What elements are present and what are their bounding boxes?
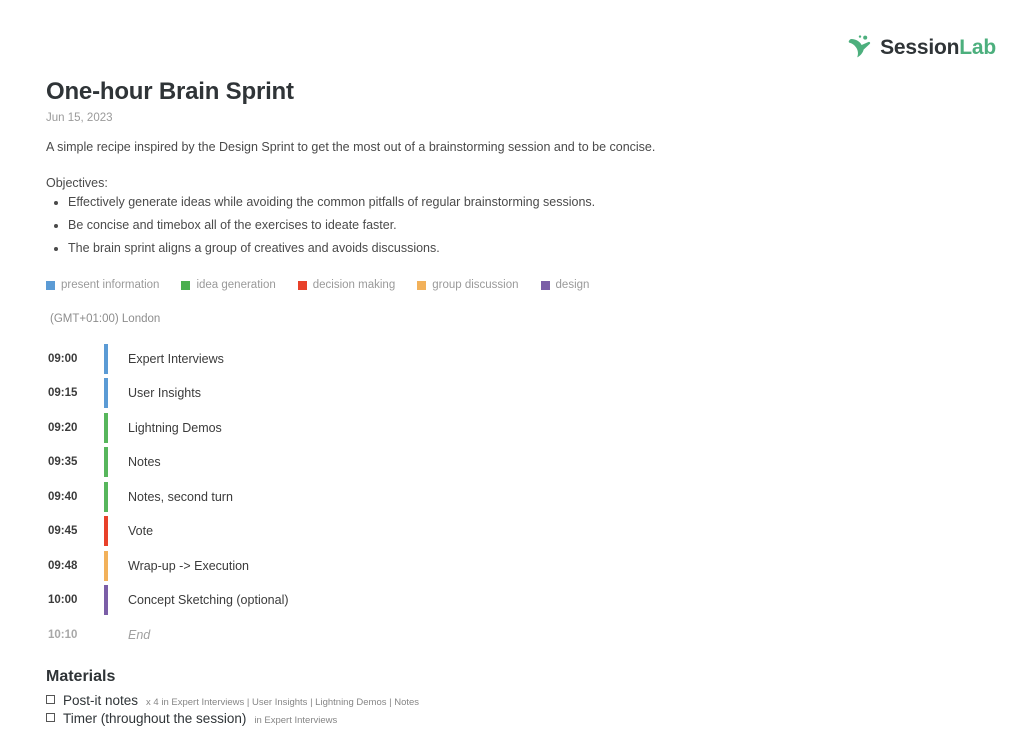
objectives-label: Objectives: — [46, 176, 108, 191]
session-description: A simple recipe inspired by the Design S… — [46, 140, 656, 154]
legend-item-idea-generation: idea generation — [181, 279, 276, 292]
schedule-color-bar — [104, 516, 108, 547]
material-name: Timer (throughout the session) — [63, 710, 247, 726]
material-meta: x 4 in Expert Interviews | User Insights… — [146, 696, 420, 708]
schedule-color-cell — [104, 548, 128, 583]
schedule-color-cell — [104, 617, 128, 652]
legend-swatch-icon — [297, 280, 307, 290]
schedule-row[interactable]: 09:15 User Insights — [46, 376, 984, 411]
schedule-color-cell — [104, 376, 128, 411]
schedule-row[interactable]: 09:20 Lightning Demos — [46, 410, 984, 445]
legend-swatch-icon — [540, 280, 550, 290]
schedule-activity-name: Notes — [128, 455, 161, 470]
schedule-color-cell — [104, 410, 128, 445]
objectives-list: Effectively generate ideas while avoidin… — [46, 194, 984, 257]
schedule-time: 09:48 — [48, 559, 78, 572]
schedule-color-bar — [104, 343, 108, 374]
brand-name-lab: Lab — [959, 35, 996, 59]
material-item[interactable]: Post-it notes x 4 in Expert Interviews |… — [46, 693, 984, 708]
schedule-time: 09:15 — [48, 387, 78, 400]
schedule-activity-name: Vote — [128, 524, 154, 539]
schedule-color-cell — [104, 341, 128, 376]
legend-label: decision making — [312, 279, 396, 292]
materials-section: Materials Post-it notes x 4 in Expert In… — [46, 668, 984, 726]
timezone-label: (GMT+01:00) London — [50, 313, 161, 326]
material-meta: in Expert Interviews — [254, 714, 338, 726]
schedule-activity-name: Expert Interviews — [128, 351, 224, 366]
legend-item-decision-making: decision making — [297, 279, 396, 292]
schedule-color-bar — [104, 481, 108, 512]
schedule-time: 09:20 — [48, 421, 78, 434]
page-title: One-hour Brain Sprint — [46, 78, 294, 105]
schedule-time: 09:40 — [48, 490, 78, 503]
schedule-row[interactable]: 09:48 Wrap-up -> Execution — [46, 548, 984, 583]
schedule-color-bar — [104, 447, 108, 478]
legend-swatch-icon — [417, 280, 427, 290]
checkbox-icon[interactable] — [46, 712, 55, 722]
legend-label: design — [555, 279, 590, 292]
schedule-color-bar — [104, 585, 108, 616]
schedule-color-bar — [104, 412, 108, 443]
activity-type-legend: present information idea generation deci… — [46, 279, 984, 291]
sessionlab-mark-icon — [847, 34, 873, 60]
schedule-activity-name: End — [128, 627, 151, 642]
session-schedule: 09:00 Expert Interviews 09:15 User Insig… — [46, 341, 984, 652]
schedule-color-cell — [104, 445, 128, 480]
materials-title: Materials — [46, 667, 116, 685]
schedule-time: 09:35 — [48, 456, 78, 469]
schedule-color-bar — [104, 620, 108, 650]
schedule-activity-name: Concept Sketching (optional) — [128, 593, 289, 608]
schedule-color-cell — [104, 479, 128, 514]
schedule-time: 10:10 — [48, 628, 78, 641]
legend-label: group discussion — [432, 279, 519, 292]
schedule-row[interactable]: 10:00 Concept Sketching (optional) — [46, 583, 984, 618]
schedule-row[interactable]: 09:40 Notes, second turn — [46, 479, 984, 514]
legend-item-design: design — [540, 279, 590, 292]
material-item[interactable]: Timer (throughout the session) in Expert… — [46, 711, 984, 726]
schedule-color-cell — [104, 583, 128, 618]
schedule-time: 10:00 — [48, 594, 78, 607]
legend-swatch-icon — [181, 280, 191, 290]
objective-item: Effectively generate ideas while avoidin… — [68, 194, 984, 212]
material-name: Post-it notes — [63, 692, 139, 708]
document-content: One-hour Brain Sprint Jun 15, 2023 A sim… — [46, 78, 984, 729]
schedule-row[interactable]: 09:35 Notes — [46, 445, 984, 480]
legend-swatch-icon — [46, 280, 55, 290]
brand-name-session: Session — [880, 35, 960, 59]
schedule-time: 09:45 — [48, 525, 78, 538]
legend-label: present information — [61, 279, 160, 292]
schedule-color-bar — [104, 550, 108, 581]
checkbox-icon[interactable] — [46, 694, 55, 704]
legend-item-present-information: present information — [46, 279, 159, 291]
schedule-time: 09:00 — [48, 352, 78, 365]
legend-label: idea generation — [196, 279, 276, 292]
session-plan-page: SessionLab One-hour Brain Sprint Jun 15,… — [0, 0, 1024, 739]
legend-item-group-discussion: group discussion — [417, 279, 519, 292]
schedule-row-end: 10:10 End — [46, 617, 984, 652]
schedule-row[interactable]: 09:45 Vote — [46, 514, 984, 549]
schedule-color-bar — [104, 378, 108, 409]
session-date: Jun 15, 2023 — [46, 112, 113, 124]
objective-item: The brain sprint aligns a group of creat… — [68, 240, 984, 258]
schedule-color-cell — [104, 514, 128, 549]
schedule-activity-name: Notes, second turn — [128, 489, 233, 504]
objective-item: Be concise and timebox all of the exerci… — [68, 217, 984, 235]
schedule-row[interactable]: 09:00 Expert Interviews — [46, 341, 984, 376]
sessionlab-logo[interactable]: SessionLab — [847, 34, 996, 60]
schedule-activity-name: Lightning Demos — [128, 420, 222, 435]
schedule-activity-name: User Insights — [128, 386, 201, 401]
sessionlab-wordmark: SessionLab — [880, 37, 996, 58]
schedule-activity-name: Wrap-up -> Execution — [128, 558, 250, 573]
